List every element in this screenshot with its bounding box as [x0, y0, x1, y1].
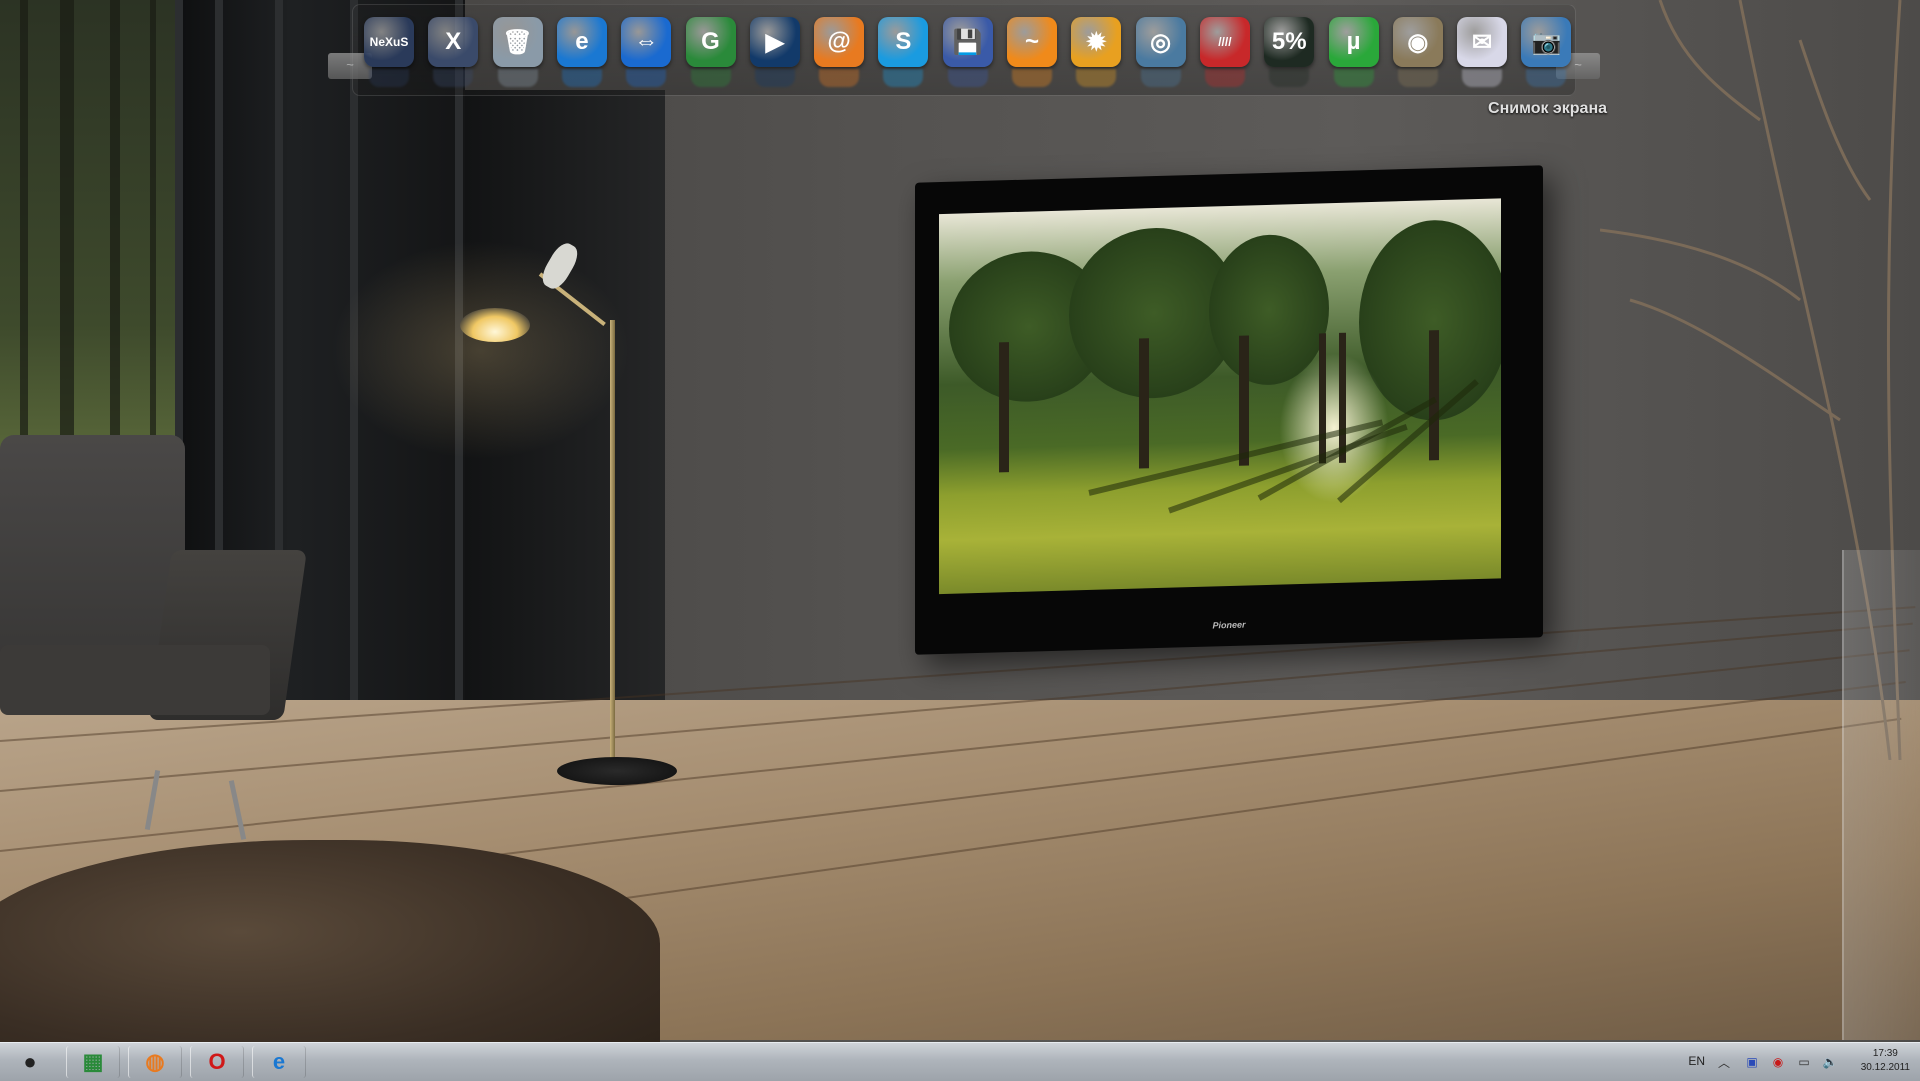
dock-item-autumn-leaf[interactable]: ✹ — [1070, 17, 1122, 87]
dock-item-globe[interactable]: ◉ — [1392, 17, 1444, 87]
tv: Pioneer — [915, 165, 1543, 655]
tv-brand: Pioneer — [1212, 619, 1246, 631]
dock-item-striped-app[interactable]: //// — [1199, 17, 1251, 87]
dock-item-aimp[interactable]: ~ — [1006, 17, 1058, 87]
dock-item-xion[interactable]: X — [427, 17, 479, 87]
dock-caption: Снимок экрана — [1488, 100, 1607, 117]
mail-agent-icon: ✉ — [1457, 17, 1508, 67]
armchair-seat — [0, 645, 270, 715]
taskbar-browser-button[interactable]: ◍ — [128, 1046, 182, 1078]
taskbar-opera-button[interactable]: O — [190, 1046, 244, 1078]
network-icon[interactable]: ▭ — [1796, 1054, 1812, 1070]
chevron-up-icon[interactable]: ︿ — [1716, 1054, 1732, 1070]
dock: ~ ~ NeXuS X 🗑 e ⇔ G ▶ @ S 💾 ~ ✹ ◎////5% µ ◉ ✉ 📷 — [328, 4, 1600, 96]
media-player-icon: ▶ — [749, 17, 800, 67]
internet-explorer-icon: e — [272, 1049, 286, 1074]
lamp-pole — [610, 320, 615, 760]
dock-item-save[interactable]: 💾 — [942, 17, 994, 87]
dock-item-recycle-bin[interactable]: 🗑 — [492, 17, 544, 87]
taskbar-apple-menu-button[interactable]: ● — [4, 1046, 56, 1078]
dock-item-cpu-meter[interactable]: 5% — [1263, 17, 1315, 87]
dock-item-teamviewer[interactable]: ⇔ — [620, 17, 672, 87]
g-app-icon: G — [685, 17, 736, 67]
clock-time: 17:39 — [1872, 1048, 1898, 1059]
dock-item-skype[interactable]: S — [877, 17, 929, 87]
antivirus-icon[interactable]: ◉ — [1770, 1054, 1786, 1070]
globe-icon: ◉ — [1392, 17, 1443, 67]
language-indicator[interactable]: EN — [1688, 1054, 1705, 1068]
save-icon[interactable]: ▣ — [1744, 1054, 1760, 1070]
lamp-glow — [330, 240, 630, 460]
desktop-show-icon: ▦ — [82, 1049, 104, 1074]
taskbar-internet-explorer-button[interactable]: e — [252, 1046, 306, 1078]
screenshot-icon: 📷 — [1521, 17, 1572, 67]
aimp-icon: ~ — [1007, 17, 1057, 67]
clock-date: 30.12.2011 — [1860, 1062, 1910, 1073]
xion-icon: X — [428, 17, 479, 67]
utorrent-icon: µ — [1328, 17, 1379, 67]
apple-menu-icon: ● — [23, 1049, 37, 1074]
dock-item-cpu-tool[interactable]: ◎ — [1135, 17, 1187, 87]
glass-vase — [1842, 550, 1920, 1040]
mail-icon: @ — [814, 17, 865, 67]
taskbar: ● ▦ ◍ Oe EN ︿ ▣ ◉ ▭ 🔈 17:39 30.12.2011 — [0, 1042, 1920, 1081]
dock-item-internet-explorer[interactable]: e — [556, 17, 608, 87]
skype-icon: S — [878, 17, 929, 67]
fur-rug — [0, 840, 660, 1070]
internet-explorer-icon: e — [556, 17, 607, 67]
dock-item-mail-agent[interactable]: ✉ — [1456, 17, 1508, 87]
lamp-shade — [460, 308, 530, 342]
cpu-meter-icon: 5% — [1264, 17, 1315, 67]
recycle-bin-icon: 🗑 — [492, 17, 543, 67]
taskbar-desktop-show-button[interactable]: ▦ — [66, 1046, 120, 1078]
system-tray: EN ︿ ▣ ◉ ▭ 🔈 17:39 30.12.2011 — [1400, 1043, 1920, 1081]
dock-item-media-player[interactable]: ▶ — [749, 17, 801, 87]
nexus-icon: NeXuS — [364, 17, 414, 67]
striped-app-icon: //// — [1199, 17, 1250, 67]
dock-item-nexus[interactable]: NeXuS — [363, 17, 415, 87]
dock-item-utorrent[interactable]: µ — [1328, 17, 1380, 87]
tv-screen — [939, 198, 1501, 595]
lamp-base — [557, 757, 677, 785]
browser-icon: ◍ — [145, 1049, 165, 1074]
dock-item-screenshot[interactable]: 📷 — [1520, 17, 1572, 87]
save-icon: 💾 — [942, 17, 993, 67]
cpu-tool-icon: ◎ — [1135, 17, 1186, 67]
opera-icon: O — [208, 1049, 226, 1074]
teamviewer-icon: ⇔ — [621, 17, 672, 67]
dock-item-g-app[interactable]: G — [685, 17, 737, 87]
volume-icon[interactable]: 🔈 — [1822, 1054, 1838, 1070]
autumn-leaf-icon: ✹ — [1071, 17, 1122, 67]
clock[interactable]: 17:39 30.12.2011 — [1861, 1047, 1910, 1075]
dock-item-mail[interactable]: @ — [813, 17, 865, 87]
desktop-wallpaper: Pioneer — [0, 0, 1920, 1080]
